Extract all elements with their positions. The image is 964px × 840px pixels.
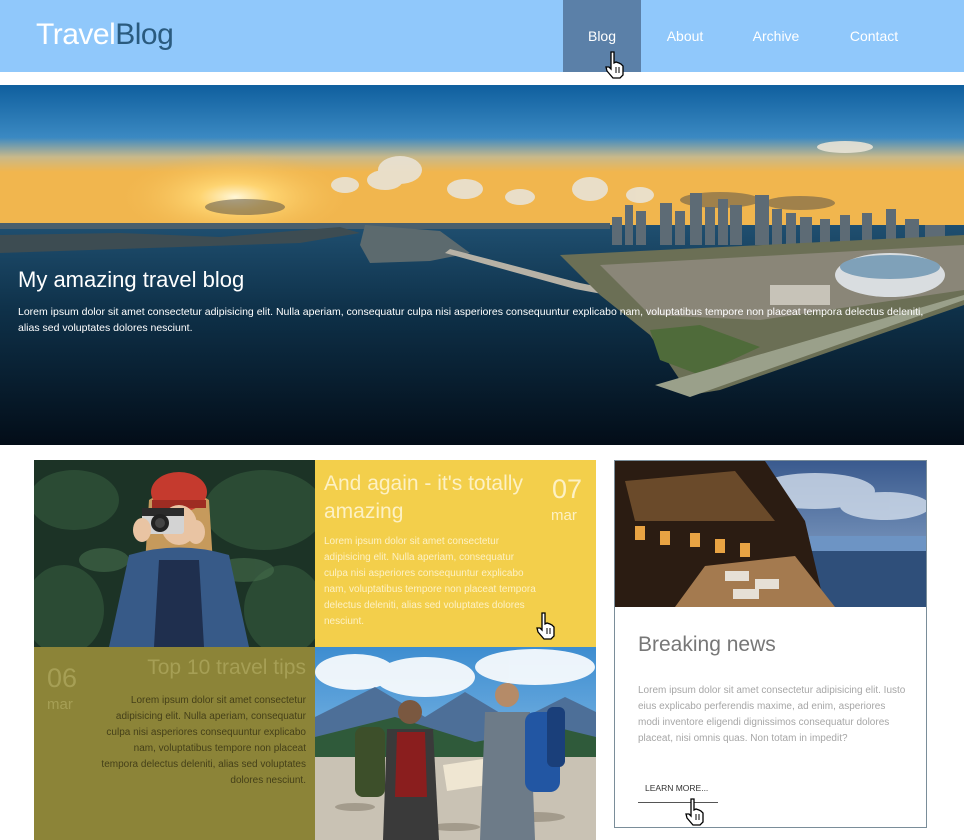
hero-city-panorama-image (0, 85, 964, 445)
hand-pointer-cursor-icon (685, 798, 704, 826)
hero-banner: My amazing travel blog Lorem ipsum dolor… (0, 85, 964, 445)
post-title[interactable]: Top 10 travel tips (147, 656, 306, 680)
news-title: Breaking news (638, 633, 776, 656)
logo-part-blog: Blog (115, 18, 174, 51)
nav-item-blog[interactable]: Blog (563, 0, 641, 72)
site-logo[interactable]: TravelBlog (36, 18, 174, 52)
post-excerpt: Lorem ipsum dolor sit amet consectetur a… (101, 695, 306, 786)
hero-text: Lorem ipsum dolor sit amet consectetur a… (18, 306, 924, 334)
header-spacer (0, 72, 964, 85)
post-image-hikers[interactable] (315, 647, 596, 840)
nav-item-about[interactable]: About (641, 0, 729, 72)
logo-part-travel: Travel (36, 18, 116, 51)
hand-pointer-cursor-icon (605, 51, 624, 79)
nav-item-archive[interactable]: Archive (729, 0, 823, 72)
post-image-photographer[interactable] (34, 460, 315, 647)
site-header: TravelBlog Blog About Archive Contact (0, 0, 964, 72)
resort-image (615, 461, 926, 607)
photographer-image (34, 460, 315, 647)
post-date-month: mar (47, 696, 73, 713)
hero-title: My amazing travel blog (18, 267, 245, 292)
breaking-news-card: Breaking news Lorem ipsum dolor sit amet… (614, 460, 927, 828)
post-date-day: 07 (552, 474, 583, 504)
post-excerpt: Lorem ipsum dolor sit amet consectetur a… (324, 536, 536, 627)
post-date-day: 06 (47, 663, 78, 693)
hikers-image (315, 647, 596, 840)
hand-pointer-cursor-icon (536, 612, 555, 640)
nav-item-contact[interactable]: Contact (823, 0, 925, 72)
post-card-travel-tips[interactable]: 06 mar Top 10 travel tips Lorem ipsum do… (34, 647, 315, 840)
post-date-month: mar (551, 507, 577, 524)
news-text: Lorem ipsum dolor sit amet consectetur a… (638, 685, 906, 744)
post-title[interactable]: And again - it's totally amazing (324, 470, 534, 526)
